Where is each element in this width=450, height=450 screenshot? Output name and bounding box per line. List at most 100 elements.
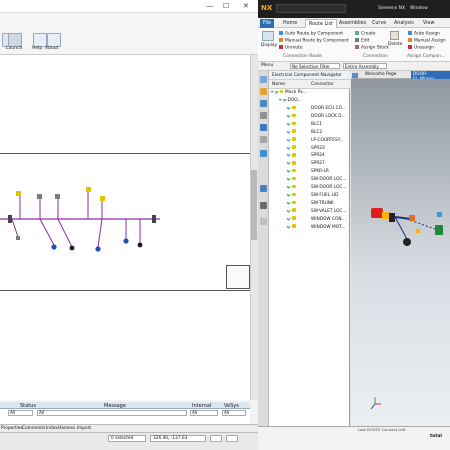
check-icon[interactable] <box>286 208 291 213</box>
connector-symbol[interactable] <box>69 245 75 251</box>
harness-branch-wire[interactable] <box>57 218 73 248</box>
check-icon[interactable] <box>286 105 291 110</box>
tab-route-list[interactable]: Route List <box>305 19 337 28</box>
quick-access-toolbar[interactable] <box>276 4 346 13</box>
about-button[interactable]: About <box>45 46 58 51</box>
launch-icon[interactable] <box>8 33 22 47</box>
web-icon[interactable] <box>260 150 267 157</box>
launch-button[interactable]: Launch <box>6 46 22 51</box>
check-icon[interactable] <box>286 152 291 158</box>
tree-node-child[interactable]: ▾ DOO... <box>279 97 357 105</box>
manual-route-button[interactable]: Manual Route by Component <box>279 38 349 44</box>
expand-icon[interactable]: ▾ <box>271 90 273 95</box>
connector-3d[interactable] <box>435 225 443 235</box>
tab-welcome-page[interactable]: Welcome Page <box>365 72 396 77</box>
connector-symbol[interactable] <box>152 215 156 223</box>
filter-internal[interactable]: All <box>190 410 218 416</box>
check-icon[interactable] <box>286 129 291 134</box>
connector-symbol[interactable] <box>16 191 21 196</box>
display-icon[interactable] <box>262 31 274 41</box>
create-button[interactable]: Create <box>355 31 376 37</box>
connector-symbol[interactable] <box>86 187 91 192</box>
tab-curve[interactable]: Curve <box>369 19 389 28</box>
connector-symbol[interactable] <box>16 236 20 240</box>
unassign-button[interactable]: Unassign <box>408 45 434 51</box>
tab-harness-import[interactable]: Harness Import <box>58 426 91 431</box>
connector-3d[interactable] <box>403 238 411 246</box>
palette-icon[interactable] <box>260 218 267 225</box>
edit-button[interactable]: Edit <box>355 38 370 44</box>
check-icon[interactable] <box>286 223 291 229</box>
check-icon[interactable] <box>286 215 291 221</box>
harness-branch-wire[interactable] <box>39 218 55 246</box>
column-vesys[interactable]: VeSys <box>224 403 239 409</box>
connector-3d[interactable] <box>371 208 383 218</box>
harness-branch-wire[interactable] <box>97 218 103 248</box>
column-connector[interactable]: Connector <box>311 82 334 87</box>
auto-route-button[interactable]: Auto Route by Component <box>279 31 343 37</box>
menu-button[interactable]: Menu <box>261 63 273 68</box>
connector-symbol[interactable] <box>95 246 101 252</box>
selection-scope-dropdown[interactable]: Entire Assembly <box>343 63 387 69</box>
maximize-icon[interactable]: ☐ <box>223 2 229 10</box>
tree-node-root[interactable]: ▾ Mock Pa... <box>271 89 349 97</box>
connector-symbol[interactable] <box>137 242 143 248</box>
column-message[interactable]: Message <box>104 403 126 409</box>
roles-icon[interactable] <box>260 185 267 192</box>
about-icon[interactable] <box>47 33 61 47</box>
check-icon[interactable] <box>286 160 291 165</box>
connector-3d[interactable] <box>437 212 442 217</box>
check-icon[interactable] <box>286 168 291 173</box>
filter-status[interactable]: All <box>8 410 33 416</box>
tab-properties[interactable]: Properties <box>1 426 23 431</box>
filter-message[interactable]: All <box>37 410 187 416</box>
scrollbar-thumb[interactable] <box>251 170 257 240</box>
check-icon[interactable] <box>286 121 291 126</box>
layer-icon[interactable] <box>260 100 267 107</box>
tab-analysis[interactable]: Analysis <box>391 19 417 28</box>
check-icon[interactable] <box>286 200 291 205</box>
wire-3d[interactable] <box>394 216 408 240</box>
harness-3d-view[interactable] <box>351 79 450 426</box>
tab-file[interactable]: File <box>260 19 275 28</box>
connector-3d[interactable] <box>409 215 415 221</box>
window-menu[interactable]: Window <box>410 6 428 11</box>
history-icon[interactable] <box>260 88 267 95</box>
check-icon[interactable] <box>286 176 291 181</box>
tab-home[interactable]: Home <box>280 19 300 28</box>
tab-assemblies[interactable]: Assemblies <box>336 19 369 28</box>
column-name[interactable]: Name <box>272 82 285 87</box>
delete-button[interactable]: Delete <box>388 42 402 47</box>
connector-symbol[interactable] <box>37 194 42 199</box>
part-icon[interactable] <box>260 124 267 131</box>
selection-filter-dropdown[interactable]: No Selection Filter <box>290 63 340 69</box>
history-icon[interactable] <box>260 202 267 209</box>
column-internal[interactable]: Internal <box>192 403 211 409</box>
display-button[interactable]: Display <box>261 43 277 48</box>
unroute-button[interactable]: Unroute <box>279 45 303 51</box>
connector-3d[interactable] <box>382 212 390 219</box>
connector-3d[interactable] <box>389 213 395 222</box>
auto-assign-button[interactable]: Auto Assign <box>408 31 440 37</box>
expand-icon[interactable]: ▾ <box>279 98 281 103</box>
graphics-tab-menu-icon[interactable] <box>352 73 358 78</box>
navigator-icon[interactable] <box>260 76 267 83</box>
connector-symbol[interactable] <box>51 244 57 250</box>
help-button[interactable]: Help <box>32 46 42 51</box>
check-icon[interactable] <box>286 144 291 150</box>
tab-index[interactable]: Index <box>46 426 58 431</box>
assign-stock-button[interactable]: Assign Stock <box>355 45 389 51</box>
connector-3d[interactable] <box>416 229 420 233</box>
settings-icon[interactable] <box>260 112 267 119</box>
tab-comments[interactable]: Comments <box>22 426 45 431</box>
filter-vesys[interactable]: All <box>222 410 246 416</box>
connector-symbol[interactable] <box>123 238 129 244</box>
connector-symbol[interactable] <box>55 194 60 199</box>
manual-assign-button[interactable]: Manual Assign <box>408 38 446 44</box>
help-icon[interactable] <box>33 33 47 47</box>
wire-3d[interactable] <box>394 216 412 220</box>
tool-icon[interactable] <box>260 136 267 143</box>
tab-view[interactable]: View <box>420 19 437 28</box>
delete-icon[interactable] <box>390 31 399 40</box>
column-status[interactable]: Status <box>20 403 36 409</box>
